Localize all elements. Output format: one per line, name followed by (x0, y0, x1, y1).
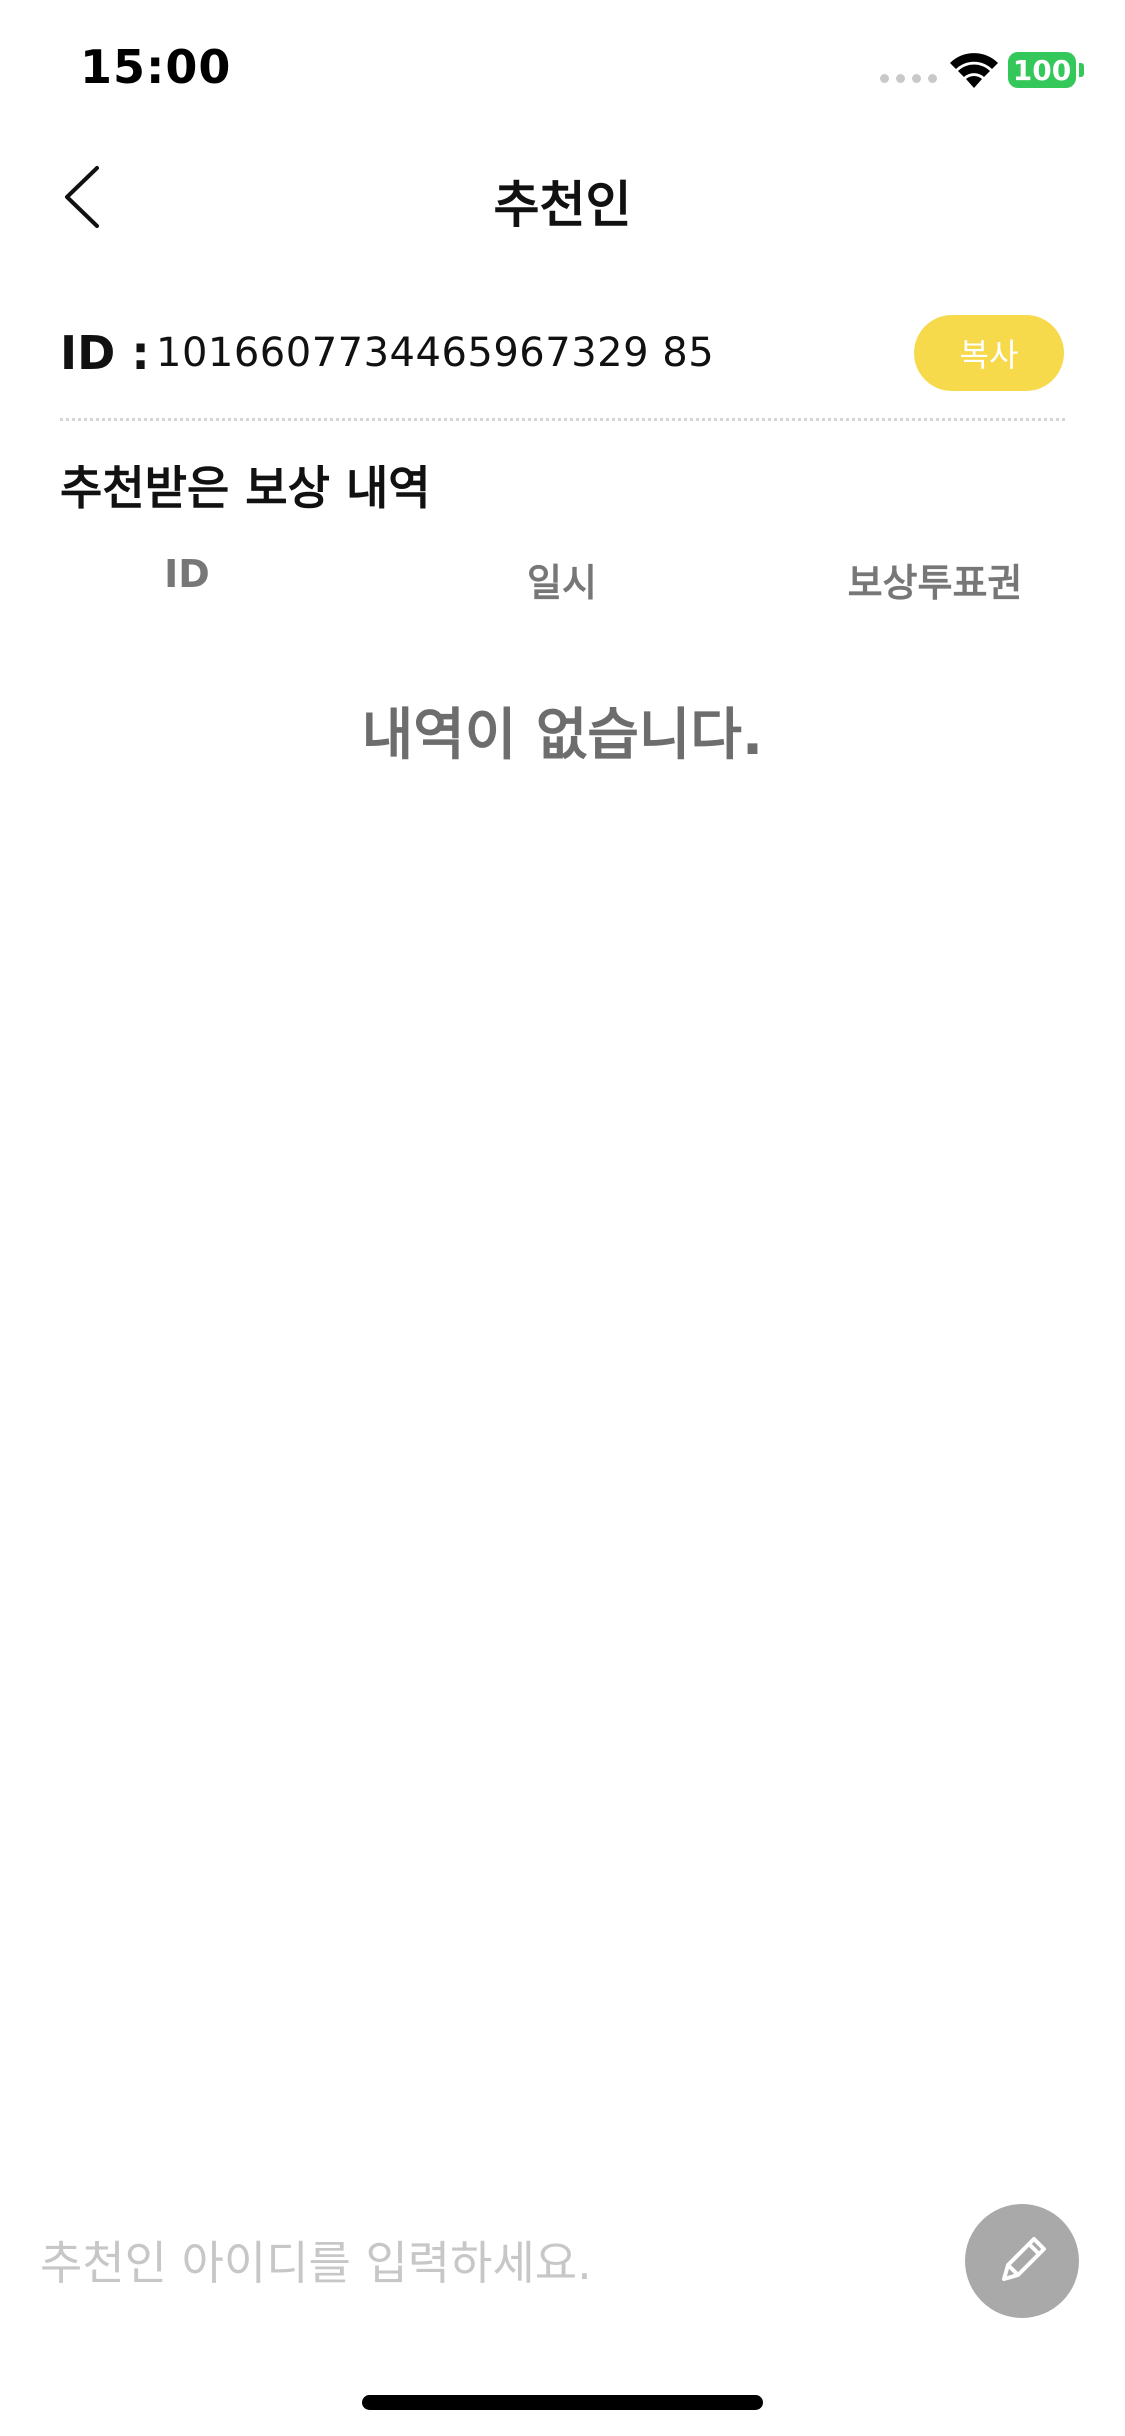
status-time: 15:00 (80, 40, 232, 94)
section-title: 추천받은 보상 내역 (60, 461, 431, 515)
pencil-icon (1002, 2237, 1046, 2281)
referrer-id-input[interactable] (40, 2218, 920, 2308)
column-header-id: ID (164, 552, 210, 596)
cellular-signal-icon (880, 74, 937, 83)
table-header: ID 일시 보상투표권 (0, 552, 1125, 612)
submit-referrer-button[interactable] (965, 2204, 1079, 2318)
copy-button[interactable]: 복사 (914, 315, 1064, 391)
id-label: ID : (60, 326, 150, 380)
empty-state-message: 내역이 없습니다. (361, 703, 764, 768)
page-title: 추천인 (493, 176, 632, 234)
my-referral-id: 1016607734465967329 85 (156, 330, 715, 376)
dotted-divider (60, 418, 1065, 421)
referral-screen: 15:00 100 추천인 ID : 1016607734465967329 8… (0, 0, 1125, 2436)
battery-cap (1079, 63, 1084, 77)
battery-level: 100 (1012, 53, 1072, 87)
status-bar: 15:00 100 (0, 0, 1125, 140)
home-indicator[interactable] (362, 2395, 763, 2410)
column-header-date: 일시 (527, 561, 597, 605)
wifi-icon (950, 53, 998, 88)
column-header-reward: 보상투표권 (847, 561, 1023, 605)
battery-icon: 100 (1008, 52, 1076, 88)
